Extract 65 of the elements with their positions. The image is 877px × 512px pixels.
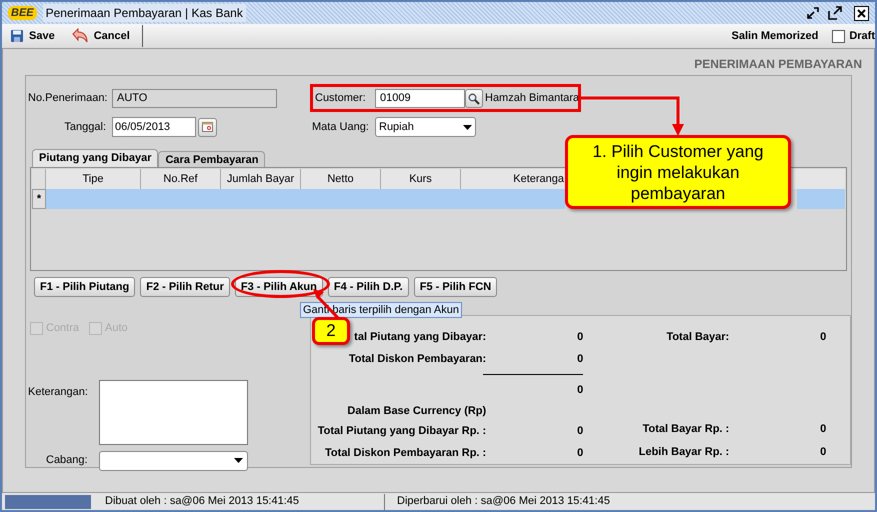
total-label: Total Piutang yang Dibayar Rp. : (318, 424, 486, 439)
total-value: 0 (576, 424, 584, 439)
tab[interactable]: Cara Pembayaran (158, 151, 266, 167)
column-header[interactable]: Tipe (46, 169, 141, 189)
customer-field[interactable]: 01009 (375, 89, 465, 108)
close-icon[interactable] (854, 6, 869, 20)
maximize-icon[interactable] (828, 6, 842, 20)
total-label: Lebih Bayar Rp. : (638, 445, 730, 460)
section-heading: Dalam Base Currency (Rp) (346, 404, 486, 420)
callout: 1. Pilih Customer yang ingin melakukan pembayaran (565, 135, 791, 209)
calendar-icon (202, 122, 213, 132)
notes-field[interactable] (99, 380, 248, 444)
field-label: Customer: (314, 91, 367, 106)
total-value: 0 (576, 446, 584, 461)
toolbar-button[interactable]: Cancel (62, 25, 138, 47)
action-button[interactable]: F1 - Pilih Piutang (34, 277, 136, 297)
total-label: Total Diskon Pembayaran Rp. : (325, 446, 486, 461)
total-label: Total Bayar Rp. : (642, 422, 730, 438)
field-label: Keterangan: (27, 384, 89, 400)
app-logo: BEE (8, 6, 37, 20)
undo-arrow-icon (70, 28, 89, 44)
column-header[interactable]: Netto (301, 169, 381, 189)
field-label: Cabang: (45, 453, 89, 468)
tooltip: Ganti baris terpilih dengan Akun (300, 302, 462, 318)
checkbox[interactable] (832, 30, 846, 42)
window-title: Penerimaan Pembayaran | Kas Bank (42, 4, 246, 22)
action-button[interactable]: F4 - Pilih D.P. (328, 277, 409, 297)
draft-label: Draft (849, 28, 875, 44)
column-header[interactable]: Kurs (381, 169, 461, 189)
field-label: Mata Uang: (312, 120, 370, 135)
total-value: 0 (819, 422, 826, 438)
total-value: 0 (576, 330, 584, 345)
total-label: tal Piutang yang Dibayar: (354, 330, 486, 345)
step-badge: 2 (312, 317, 350, 345)
empty-column-header (793, 169, 845, 189)
caret-icon (463, 124, 472, 130)
search-button[interactable] (465, 89, 483, 108)
status-text: Dibuat oleh : sa@06 Mei 2013 15:41:45 (104, 494, 300, 510)
total-value: 0 (576, 352, 584, 367)
field-label: Tanggal: (63, 120, 107, 135)
branch-dropdown[interactable] (99, 450, 248, 470)
total-label: Total Diskon Pembayaran: (348, 352, 486, 367)
status-text: Diperbarui oleh : sa@06 Mei 2013 15:41:45 (384, 494, 610, 510)
column-header[interactable]: Keteranga (461, 169, 567, 189)
form-title: PENERIMAAN PEMBAYARAN (694, 56, 862, 73)
row-marker: * (32, 189, 46, 209)
customer-name: Hamzah Bimantara (485, 91, 580, 106)
currency-dropdown[interactable]: Rupiah (375, 117, 476, 137)
column-header[interactable]: No.Ref (141, 169, 221, 189)
minimize-icon[interactable] (806, 6, 820, 20)
action-button[interactable]: F5 - Pilih FCN (414, 277, 498, 297)
tab[interactable]: Piutang yang Dibayar (32, 149, 158, 167)
total-label: Total Bayar: (666, 330, 730, 346)
total-value: 0 (819, 445, 826, 460)
action-button[interactable]: F2 - Pilih Retur (140, 277, 230, 297)
number-field: AUTO (112, 89, 277, 108)
toolbar-button[interactable]: Save (2, 25, 63, 47)
caret-icon (234, 458, 243, 463)
date-field[interactable]: 06/05/2013 (112, 117, 196, 137)
memorized-label[interactable]: Salin Memorized (732, 28, 818, 44)
field-label: No.Penerimaan: (27, 91, 108, 106)
column-header[interactable]: Jumlah Bayar (221, 169, 301, 189)
total-value: 0 (819, 330, 826, 346)
subtotal-value: 0 (576, 382, 584, 398)
calendar-button[interactable] (198, 118, 217, 136)
